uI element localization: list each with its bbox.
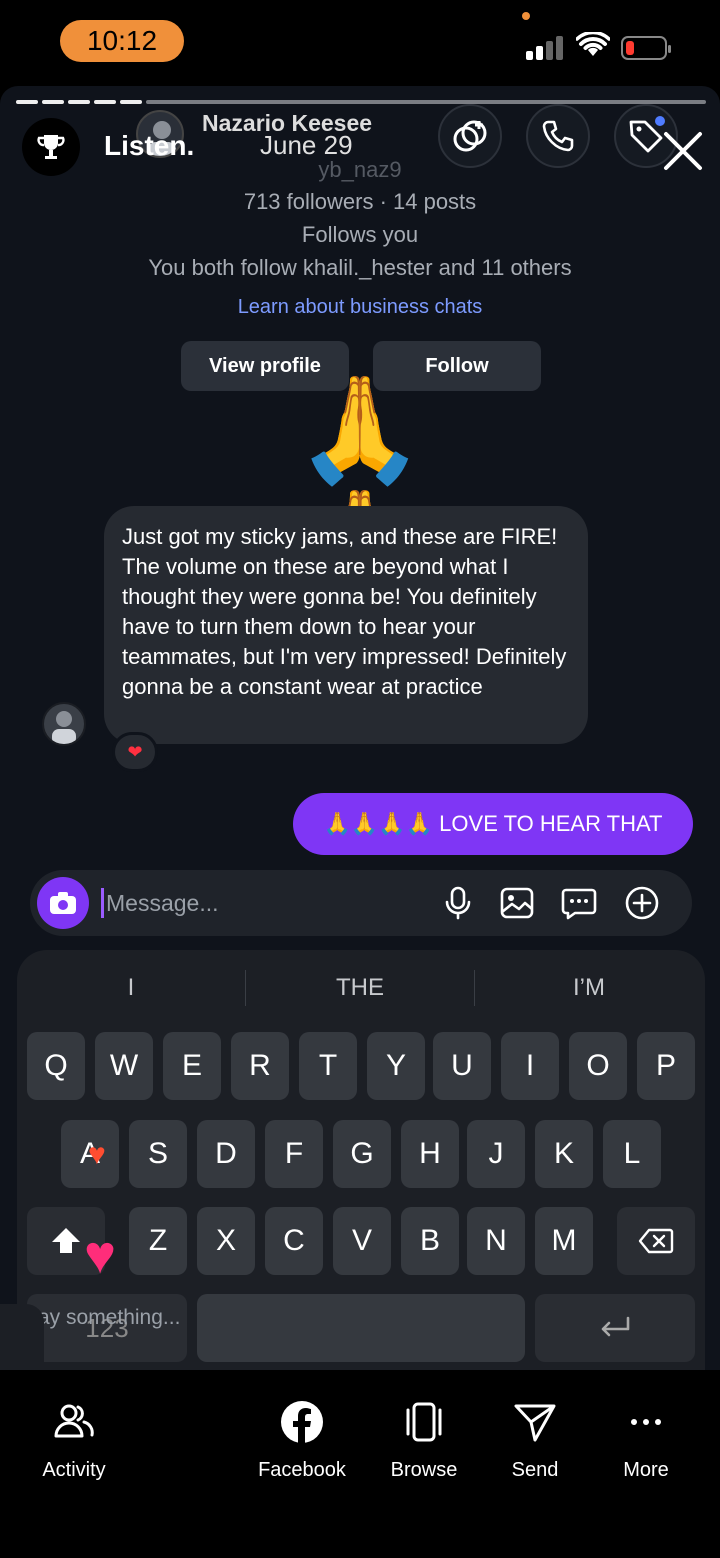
outgoing-message-bubble[interactable]: 🙏🙏🙏🙏 LOVE TO HEAR THAT [293,793,693,855]
privacy-indicator-dot [522,12,530,20]
nav-send[interactable]: Send [475,1398,595,1482]
heart-reaction[interactable]: ❤ [112,732,158,772]
bottom-nav: Activity Facebook Browse Send More [0,1370,720,1558]
gallery-icon[interactable] [499,885,535,921]
emoji-message[interactable]: 🙏🙏 [248,372,472,600]
floating-heart-icon: ♥ [84,1225,117,1285]
more-dots-icon [631,1419,661,1425]
return-key[interactable] [535,1294,695,1362]
nav-browse-label: Browse [390,1459,458,1481]
status-bar: 10:12 [0,0,720,86]
key-h[interactable]: H [401,1120,459,1188]
battery-icon [621,36,671,60]
phone-icon [542,120,574,152]
cellular-signal-icon [526,36,566,60]
incoming-message-bubble[interactable]: Just got my sticky jams, and these are F… [104,506,588,744]
microphone-icon[interactable] [440,885,476,921]
key-z[interactable]: Z [129,1207,187,1275]
mutual-followers: You both follow khalil._hester and 11 ot… [148,255,572,280]
nav-activity[interactable]: Activity [14,1398,134,1482]
key-i[interactable]: I [501,1032,559,1100]
key-t[interactable]: T [299,1032,357,1100]
key-k[interactable]: K [535,1120,593,1188]
sparkle-effects-icon [453,120,487,152]
key-f[interactable]: F [265,1120,323,1188]
key-m[interactable]: M [535,1207,593,1275]
key-x[interactable]: X [197,1207,255,1275]
facebook-icon [281,1401,323,1444]
key-s[interactable]: S [129,1120,187,1188]
key-g[interactable]: G [333,1120,391,1188]
activity-people-icon [54,1404,94,1438]
nav-send-label: Send [511,1459,559,1481]
profile-handle: yb_naz9 [318,157,402,182]
key-d[interactable]: D [197,1120,255,1188]
sticker-chat-icon[interactable] [561,885,597,921]
nav-browse[interactable]: Browse [364,1398,484,1482]
floating-heart-icon: ♥ [88,1138,106,1171]
nav-facebook-label: Facebook [258,1459,346,1481]
business-chats-link[interactable]: Learn about business chats [0,296,720,319]
add-icon[interactable] [624,885,660,921]
key-j[interactable]: J [467,1120,525,1188]
status-time: 10:12 [60,20,184,62]
suggestion-1[interactable]: I [17,968,245,1008]
followers-posts: 713 followers · 14 posts [243,189,477,214]
space-key[interactable] [197,1294,525,1362]
send-paper-plane-icon [514,1404,556,1442]
camera-icon [50,892,76,914]
follows-you-label: Follows you [301,222,419,247]
backspace-key[interactable] [617,1207,695,1275]
text-caret [101,888,104,918]
suggestion-2[interactable]: THE [246,968,474,1008]
nav-more-label: More [623,1459,669,1481]
key-w[interactable]: W [95,1032,153,1100]
suggestion-3[interactable]: I’M [475,968,703,1008]
message-input[interactable] [106,884,426,922]
return-icon [601,1316,630,1337]
say-something-prompt: ay something... [38,1306,181,1329]
nav-activity-label: Activity [42,1459,106,1481]
sender-avatar[interactable] [42,702,86,746]
message-composer [30,870,692,936]
camera-button[interactable] [37,877,89,929]
key-l[interactable]: L [603,1120,661,1188]
key-b[interactable]: B [401,1207,459,1275]
key-r[interactable]: R [231,1032,289,1100]
backspace-icon [638,1228,674,1254]
key-u[interactable]: U [433,1032,491,1100]
key-q[interactable]: Q [27,1032,85,1100]
nav-facebook[interactable]: Facebook [242,1398,362,1482]
story-progress-bar [16,100,706,104]
key-c[interactable]: C [265,1207,323,1275]
wifi-icon [576,32,610,56]
nav-more[interactable]: More [586,1398,706,1482]
shift-icon [52,1228,80,1253]
key-o[interactable]: O [569,1032,627,1100]
key-p[interactable]: P [637,1032,695,1100]
key-e[interactable]: E [163,1032,221,1100]
key-v[interactable]: V [333,1207,391,1275]
key-y[interactable]: Y [367,1032,425,1100]
browse-cards-icon [406,1402,442,1442]
key-n[interactable]: N [467,1207,525,1275]
